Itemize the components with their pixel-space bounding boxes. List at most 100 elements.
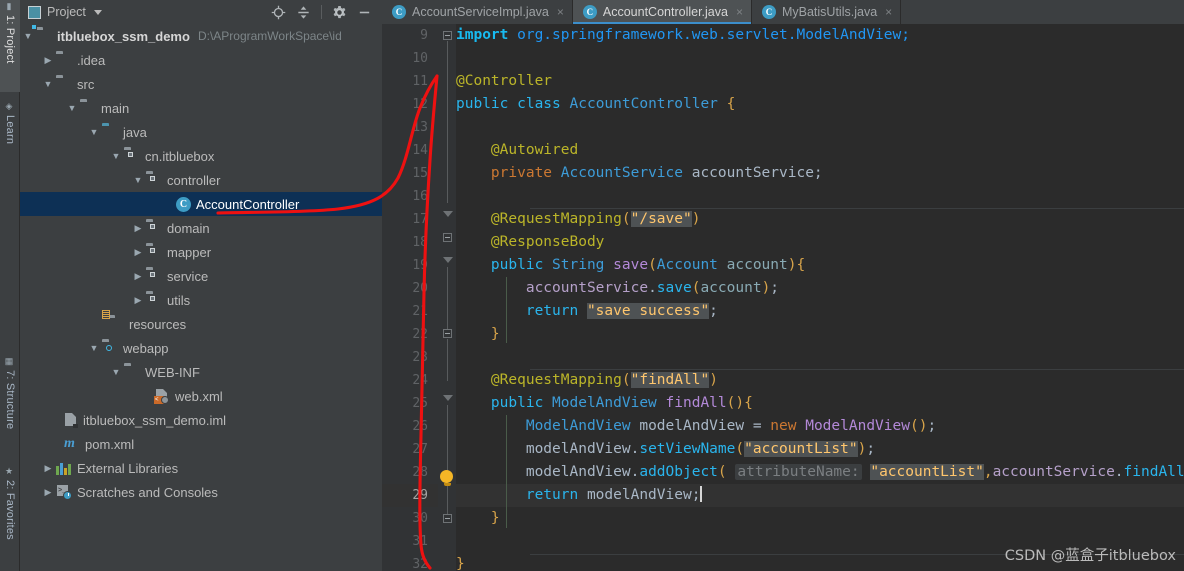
line-number[interactable]: 25: [382, 392, 438, 415]
line-number[interactable]: 24: [382, 369, 438, 392]
tree-item-java[interactable]: ▼ java: [20, 120, 382, 144]
tree-item-iml-file[interactable]: itbluebox_ssm_demo.iml: [20, 408, 382, 432]
line-number[interactable]: 26: [382, 415, 438, 438]
code-line[interactable]: [456, 185, 1184, 208]
chevron-right-icon[interactable]: ▶: [40, 55, 56, 66]
code-line[interactable]: [456, 47, 1184, 70]
chevron-down-icon[interactable]: ▼: [86, 343, 102, 353]
line-number[interactable]: 13: [382, 116, 438, 139]
fold-marker-method-save-end[interactable]: [443, 329, 452, 338]
close-icon[interactable]: ×: [885, 5, 892, 19]
line-number[interactable]: 19: [382, 254, 438, 277]
line-number[interactable]: 23: [382, 346, 438, 369]
line-number[interactable]: 30: [382, 507, 438, 530]
code-line[interactable]: @Autowired: [456, 139, 1184, 162]
close-icon[interactable]: ×: [736, 5, 743, 19]
line-number[interactable]: 28: [382, 461, 438, 484]
tree-item-package-domain[interactable]: ▶ domain: [20, 216, 382, 240]
line-number-gutter[interactable]: 9 10 11 12 13 14 15 16 17 18 19 20 21 22 23 24 25 26 27 28 2…: [382, 24, 438, 571]
chevron-down-icon[interactable]: [93, 9, 102, 15]
line-number[interactable]: 10: [382, 47, 438, 70]
editor-tab-account-service-impl[interactable]: C AccountServiceImpl.java ×: [382, 0, 573, 24]
sidebar-item-project[interactable]: ▮ 1: Project: [0, 0, 20, 92]
tree-item-module[interactable]: ▼ itbluebox_ssm_demo D:\AProgramWorkSpac…: [20, 24, 382, 48]
tree-item-account-controller[interactable]: C AccountController: [20, 192, 382, 216]
code-line[interactable]: @RequestMapping("/save"): [456, 208, 1184, 231]
line-number[interactable]: 9: [382, 24, 438, 47]
line-number[interactable]: 11: [382, 70, 438, 93]
line-number[interactable]: 27: [382, 438, 438, 461]
fold-gutter[interactable]: [438, 24, 456, 571]
code-line[interactable]: [456, 346, 1184, 369]
minimize-icon[interactable]: [357, 5, 372, 20]
chevron-down-icon[interactable]: ▼: [130, 175, 146, 185]
tree-item-web-xml[interactable]: < web.xml: [20, 384, 382, 408]
code-editor[interactable]: 9 10 11 12 13 14 15 16 17 18 19 20 21 22 23 24 25 26 27 28 2…: [382, 24, 1184, 571]
chevron-down-icon[interactable]: ▼: [64, 103, 80, 113]
project-tree[interactable]: ▼ itbluebox_ssm_demo D:\AProgramWorkSpac…: [20, 24, 382, 504]
code-line[interactable]: ModelAndView modelAndView = new ModelAnd…: [456, 415, 1184, 438]
line-number[interactable]: 16: [382, 185, 438, 208]
code-line[interactable]: modelAndView.setViewName("accountList");: [456, 438, 1184, 461]
close-icon[interactable]: ×: [557, 5, 564, 19]
code-line[interactable]: }: [456, 323, 1184, 346]
code-line[interactable]: @ResponseBody: [456, 231, 1184, 254]
line-number[interactable]: 29: [382, 484, 438, 507]
chevron-right-icon[interactable]: ▶: [130, 247, 146, 258]
tree-item-package-service[interactable]: ▶ service: [20, 264, 382, 288]
tree-item-scratches-and-consoles[interactable]: ▶ >_ Scratches and Consoles: [20, 480, 382, 504]
fold-marker-method-findall[interactable]: [443, 395, 453, 401]
chevron-down-icon[interactable]: ▼: [108, 367, 124, 377]
line-number[interactable]: 12: [382, 93, 438, 116]
sidebar-item-learn[interactable]: ◈ Learn: [0, 100, 20, 162]
code-line[interactable]: public class AccountController {: [456, 93, 1184, 116]
chevron-right-icon[interactable]: ▶: [40, 463, 56, 474]
editor-tab-account-controller[interactable]: C AccountController.java ×: [572, 0, 752, 24]
code-line[interactable]: import org.springframework.web.servlet.M…: [456, 24, 1184, 47]
code-line[interactable]: accountService.save(account);: [456, 277, 1184, 300]
line-number[interactable]: 18: [382, 231, 438, 254]
code-line[interactable]: private AccountService accountService;: [456, 162, 1184, 185]
chevron-down-icon[interactable]: ▼: [108, 151, 124, 161]
code-text[interactable]: import org.springframework.web.servlet.M…: [456, 24, 1184, 571]
tree-item-resources[interactable]: resources: [20, 310, 382, 336]
chevron-right-icon[interactable]: ▶: [130, 295, 146, 306]
tree-item-main[interactable]: ▼ main: [20, 96, 382, 120]
code-line[interactable]: public String save(Account account){: [456, 254, 1184, 277]
code-line[interactable]: modelAndView. addObject( attributeName: "…: [456, 461, 1184, 484]
tree-item-package-mapper[interactable]: ▶ mapper: [20, 240, 382, 264]
tree-item-src[interactable]: ▼ src: [20, 72, 382, 96]
sidebar-item-favorites[interactable]: ★ 2: Favorites: [0, 465, 20, 565]
tree-item-external-libraries[interactable]: ▶ External Libraries: [20, 456, 382, 480]
tree-item-package-utils[interactable]: ▶ utils: [20, 288, 382, 312]
tree-item-package-controller[interactable]: ▼ controller: [20, 168, 382, 192]
collapse-all-icon[interactable]: [296, 5, 311, 20]
tree-item-webapp[interactable]: ▼ webapp: [20, 336, 382, 360]
sidebar-item-structure[interactable]: ▦ 7: Structure: [0, 355, 20, 455]
gear-icon[interactable]: [332, 5, 347, 20]
tree-item-package-cn-itbluebox[interactable]: ▼ cn.itbluebox: [20, 144, 382, 168]
fold-marker-imports[interactable]: [443, 31, 452, 40]
chevron-right-icon[interactable]: ▶: [130, 271, 146, 282]
line-number[interactable]: 14: [382, 139, 438, 162]
code-line[interactable]: @Controller: [456, 70, 1184, 93]
chevron-right-icon[interactable]: ▶: [40, 487, 56, 498]
intention-bulb-icon[interactable]: [440, 470, 454, 486]
fold-marker-method-save-2[interactable]: [443, 233, 452, 242]
tree-item-pom-xml[interactable]: m pom.xml: [20, 432, 382, 456]
code-line[interactable]: return modelAndView;: [456, 484, 1184, 507]
line-number[interactable]: 21: [382, 300, 438, 323]
fold-marker-method-save-3[interactable]: [443, 257, 453, 263]
line-number[interactable]: 22: [382, 323, 438, 346]
code-line[interactable]: [456, 116, 1184, 139]
chevron-right-icon[interactable]: ▶: [130, 223, 146, 234]
chevron-down-icon[interactable]: ▼: [20, 31, 36, 41]
editor-tab-mybatis-utils[interactable]: C MyBatisUtils.java ×: [752, 0, 902, 24]
locate-icon[interactable]: [271, 5, 286, 20]
code-line[interactable]: return "save success";: [456, 300, 1184, 323]
line-number[interactable]: 15: [382, 162, 438, 185]
tree-item-idea[interactable]: ▶ .idea: [20, 48, 382, 72]
line-number[interactable]: 20: [382, 277, 438, 300]
fold-marker-method-save-1[interactable]: [443, 211, 453, 217]
code-line[interactable]: }: [456, 507, 1184, 530]
